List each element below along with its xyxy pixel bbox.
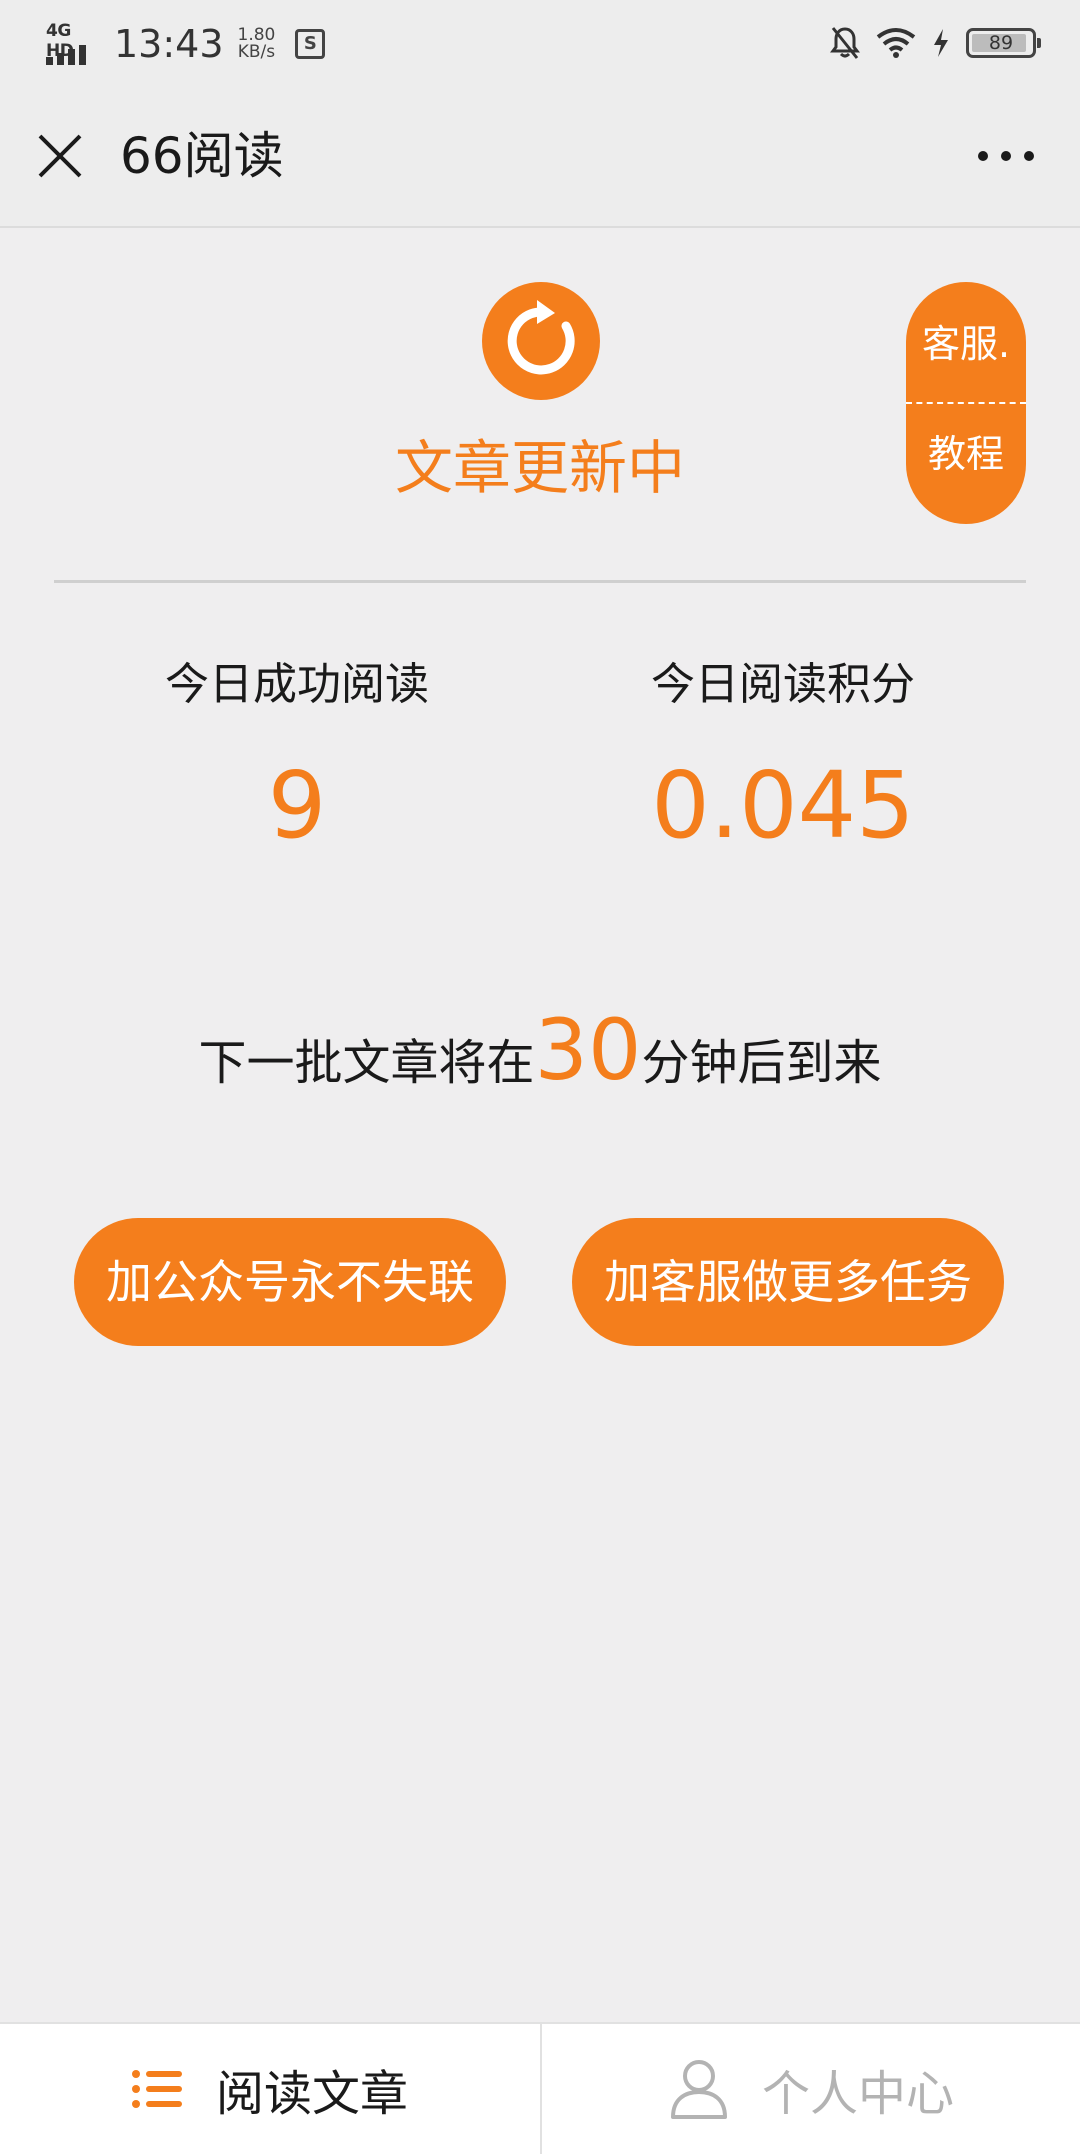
status-bar: 4G HD 13:43 1.80 KB/s S 89 bbox=[0, 0, 1080, 88]
refresh-icon bbox=[507, 300, 575, 375]
divider bbox=[54, 580, 1026, 583]
page-title: 66阅读 bbox=[120, 127, 284, 185]
next-batch-prefix: 下一批文章将在 bbox=[198, 1035, 535, 1091]
user-icon bbox=[670, 2060, 727, 2119]
follow-official-account-button[interactable]: 加公众号永不失联 bbox=[74, 1218, 506, 1346]
tab-label: 阅读文章 bbox=[215, 2066, 408, 2122]
status-bar-left: 4G HD 13:43 1.80 KB/s S bbox=[46, 18, 326, 70]
battery-icon: 89 bbox=[966, 28, 1041, 58]
status-bar-right: 89 bbox=[830, 20, 1041, 66]
network-speed: 1.80 KB/s bbox=[238, 27, 276, 61]
customer-service-link[interactable]: 客服. bbox=[906, 318, 1026, 370]
wifi-icon bbox=[876, 28, 916, 58]
network-speed-unit: KB/s bbox=[237, 42, 276, 62]
list-icon bbox=[131, 2070, 182, 2108]
pill-divider bbox=[906, 402, 1026, 404]
bottom-nav: 阅读文章 个人中心 bbox=[0, 2022, 1080, 2154]
add-customer-service-button[interactable]: 加客服做更多任务 bbox=[572, 1218, 1004, 1346]
more-icon[interactable] bbox=[978, 144, 1034, 168]
refresh-button[interactable] bbox=[482, 282, 600, 400]
charging-icon bbox=[934, 29, 948, 57]
bell-muted-icon bbox=[830, 27, 860, 59]
battery-level: 89 bbox=[988, 32, 1014, 54]
tab-read-articles[interactable]: 阅读文章 bbox=[0, 2024, 540, 2154]
stat-label: 今日成功阅读 bbox=[165, 659, 429, 710]
nav-bar: 66阅读 bbox=[0, 88, 1080, 228]
stat-today-reads: 今日成功阅读 9 bbox=[52, 650, 542, 866]
tab-personal-center[interactable]: 个人中心 bbox=[542, 2024, 1080, 2154]
next-batch-minutes: 30 bbox=[534, 1001, 642, 1099]
service-tutorial-pill: 客服. 教程 bbox=[906, 282, 1026, 524]
cellular-signal-icon: 4G HD bbox=[46, 21, 100, 67]
stat-value: 9 bbox=[267, 752, 327, 859]
close-icon[interactable] bbox=[36, 132, 84, 180]
stat-today-points: 今日阅读积分 0.045 bbox=[538, 650, 1028, 866]
stat-label: 今日阅读积分 bbox=[651, 659, 915, 710]
tab-label: 个人中心 bbox=[761, 2066, 954, 2122]
stat-value: 0.045 bbox=[651, 752, 915, 859]
next-batch-message: 下一批文章将在30分钟后到来 bbox=[0, 1000, 1080, 1113]
status-time: 13:43 bbox=[114, 22, 224, 66]
sim-s-icon: S bbox=[295, 29, 326, 59]
tutorial-link[interactable]: 教程 bbox=[906, 428, 1026, 480]
next-batch-suffix: 分钟后到来 bbox=[641, 1035, 882, 1091]
